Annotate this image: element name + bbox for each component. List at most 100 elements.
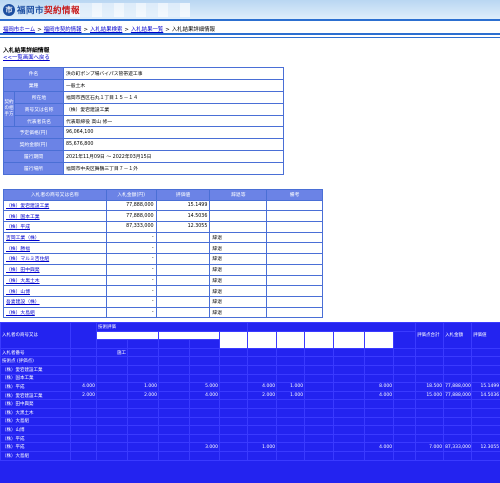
withdrawal-status: 辞退: [209, 263, 268, 276]
withdrawal-status: 辞退: [209, 285, 268, 297]
table-cell: [333, 373, 366, 384]
table-cell: [393, 450, 417, 461]
table-cell: [333, 356, 366, 366]
table-cell: [276, 442, 306, 452]
column-header: 技術評価: [95, 322, 249, 332]
table-cell: [304, 373, 335, 384]
table-cell: [333, 407, 366, 418]
bid-amount: -: [105, 242, 157, 255]
table-cell: [304, 433, 335, 444]
evaluation-value: [155, 242, 211, 255]
remarks: [266, 274, 323, 287]
table-row: （株）愛宕建設工業: [0, 364, 500, 375]
table-cell: [333, 433, 366, 444]
evaluation-value: 15.1499: [155, 199, 211, 212]
table-cell: [415, 407, 445, 418]
table-cell: [333, 382, 366, 392]
bid-amount: 77,888,000: [105, 199, 157, 212]
table-cell: [443, 364, 473, 375]
bidder-name-link[interactable]: （株）国本工業: [3, 210, 107, 223]
table-cell: [158, 416, 190, 427]
table-cell: [158, 450, 190, 461]
table-row: （株）大黒土木: [0, 407, 500, 418]
back-to-list-link[interactable]: <<一覧画面へ戻る: [3, 53, 50, 61]
remarks: [266, 306, 323, 319]
column-header: 入札金額(円): [105, 189, 157, 201]
table-cell: 77,888,000: [443, 390, 473, 401]
table-cell: 施工: [96, 347, 128, 358]
column-header: [127, 339, 159, 349]
table-row: （株）国本工業: [0, 373, 500, 384]
row-label: （株）愛宕建設工業: [0, 364, 71, 375]
table-cell: [471, 433, 500, 444]
bidder-name-link[interactable]: （株）勝福: [3, 242, 107, 255]
detail-row: 業種 一般土木: [3, 78, 284, 92]
bidder-name-link[interactable]: （株）田中興発: [3, 263, 107, 276]
table-cell: 18.500: [415, 382, 445, 392]
column-header: 技術者の能力: [276, 330, 306, 349]
table-cell: [393, 356, 417, 366]
table-cell: [70, 433, 97, 444]
site-header: 市 福岡市契約情報: [0, 0, 500, 21]
table-cell: [127, 399, 159, 409]
detail-label: 代表者氏名: [14, 114, 64, 128]
column-header: 入札者の商号又は名称: [3, 189, 107, 201]
table-cell: [364, 450, 395, 461]
bidder-name-link[interactable]: 吾妻建設（株）: [3, 295, 107, 308]
column-header: [96, 339, 128, 349]
table-cell: [96, 373, 128, 384]
bidder-name-link[interactable]: （株）愛宕建設工業: [3, 199, 107, 212]
table-cell: [276, 347, 306, 358]
table-cell: [304, 407, 335, 418]
bid-amount: -: [105, 253, 157, 265]
table-cell: [247, 416, 278, 427]
table-cell: [218, 373, 249, 384]
table-cell: [415, 364, 445, 375]
table-cell: [393, 407, 417, 418]
table-cell: [70, 373, 97, 384]
table-cell: [218, 364, 249, 375]
table-cell: 77,888,000: [443, 382, 473, 392]
row-label: （株）愛宕建設工業: [0, 390, 71, 401]
bid-amount: -: [105, 306, 157, 319]
bidder-name-link[interactable]: （株）平成: [3, 221, 107, 233]
column-header: [393, 330, 417, 349]
bidder-name-link[interactable]: （株）マルミ吉住組: [3, 253, 107, 265]
table-cell: 4.000: [189, 390, 220, 401]
table-cell: [415, 356, 445, 366]
table-cell: [415, 433, 445, 444]
table-cell: [127, 442, 159, 452]
bidder-name-link[interactable]: （株）大島組: [3, 306, 107, 319]
table-cell: [189, 407, 220, 418]
detail-row: 契約金額(円) 85,676,800: [3, 138, 284, 152]
table-cell: [247, 373, 278, 384]
table-cell: [304, 450, 335, 461]
table-cell: [471, 425, 500, 435]
table-cell: [364, 433, 395, 444]
table-cell: [276, 364, 306, 375]
detail-label: 件名: [3, 67, 64, 80]
table-cell: [158, 364, 190, 375]
evaluation-value: [155, 295, 211, 308]
table-row: （株）マルミ吉住組 - 辞退: [3, 253, 323, 265]
table-cell: [393, 347, 417, 358]
remarks: [266, 242, 323, 255]
table-cell: [333, 442, 366, 452]
table-cell: [96, 450, 128, 461]
table-cell: [218, 399, 249, 409]
table-row: （株）平成 3.000 1.000 4.000 7.000 87,333,000 12.30…: [0, 442, 500, 452]
table-row: （株）平成: [0, 433, 500, 444]
column-header: [189, 339, 220, 349]
bidder-name-link[interactable]: （株）大黒土木: [3, 274, 107, 287]
table-cell: [70, 450, 97, 461]
column-header: 企業の施工能力: [247, 330, 278, 349]
bidder-name-link[interactable]: （株）山博: [3, 285, 107, 297]
table-cell: [443, 373, 473, 384]
table-cell: [276, 450, 306, 461]
bidder-name-link[interactable]: 吉岡工業（株）: [3, 231, 107, 244]
table-cell: [471, 364, 500, 375]
site-logo[interactable]: 市 福岡市契約情報: [3, 3, 80, 17]
table-cell: [247, 433, 278, 444]
bid-amount: -: [105, 274, 157, 287]
table-cell: 15.1499: [471, 382, 500, 392]
